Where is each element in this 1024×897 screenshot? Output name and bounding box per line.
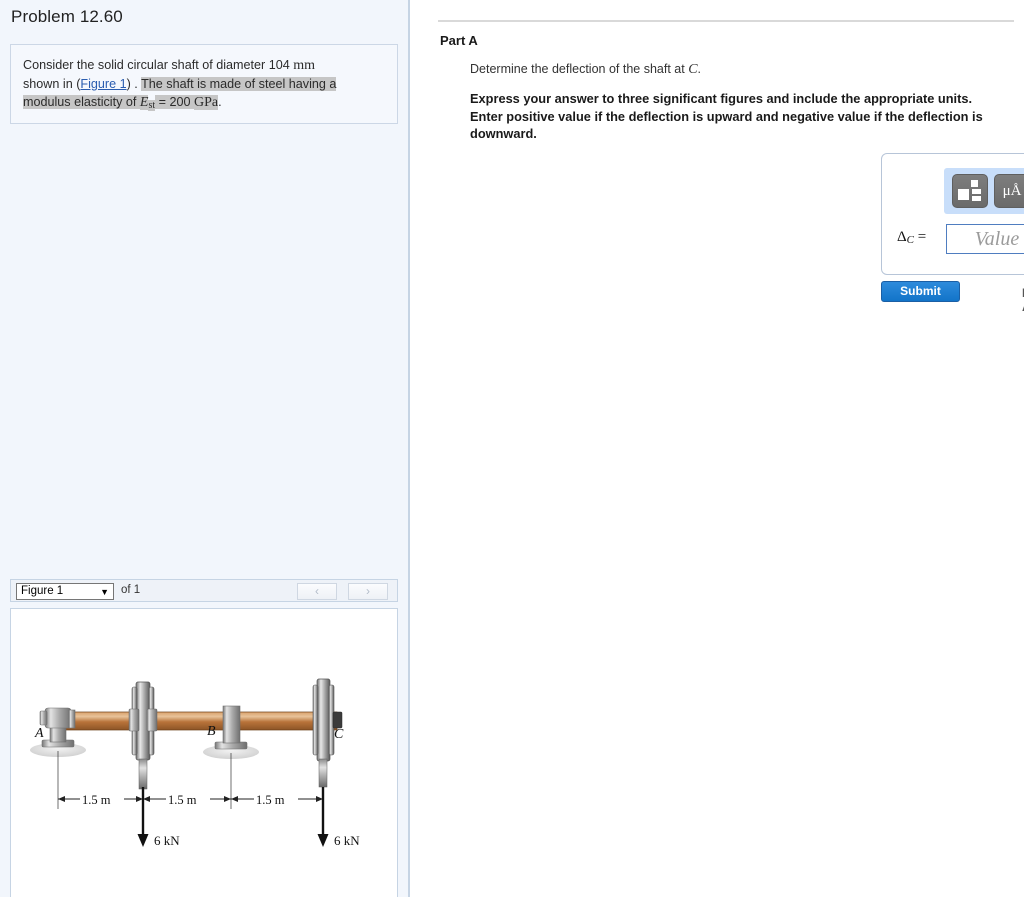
equation-toolbar: μÅ	[944, 168, 1024, 214]
question-prompt-text: Determine the deflection of the shaft at	[470, 62, 685, 76]
right-answer-panel: Part A Determine the deflection of the s…	[412, 0, 1024, 897]
left-problem-panel: Problem 12.60 Consider the solid circula…	[0, 0, 410, 897]
problem-statement-box: Consider the solid circular shaft of dia…	[10, 44, 398, 124]
question-period: .	[697, 62, 702, 76]
svg-text:C: C	[334, 727, 344, 742]
figure-1-link[interactable]: Figure 1	[80, 77, 126, 91]
load-label-right: 6 kN	[334, 833, 360, 848]
part-a-heading: Part A	[440, 33, 478, 48]
modulus-unit: GPa	[194, 95, 219, 110]
figure-nav-bar: Figure 1 ▼ of 1 ‹ ›	[10, 579, 398, 602]
submit-button[interactable]: Submit	[881, 281, 960, 302]
problem-statement-text: Consider the solid circular shaft of dia…	[23, 56, 387, 115]
question-point-symbol: C	[688, 62, 698, 77]
answer-entry-box: μÅ ΔC = Value	[881, 153, 1024, 275]
load-arrow-right	[317, 787, 329, 847]
figure-count-label: of 1	[121, 584, 141, 596]
question-prompt: Determine the deflection of the shaft at…	[470, 62, 701, 78]
statement-part-4: .	[218, 95, 222, 109]
figure-display-box: A B C 1.5 m 1.5 m 1.5 m 6 kN 6 kN	[10, 608, 398, 897]
statement-part-3: ) .	[126, 77, 142, 91]
diameter-unit: mm	[293, 58, 315, 73]
delta-subscript: C	[906, 234, 914, 246]
svg-text:B: B	[207, 724, 216, 739]
pulley-left	[128, 681, 158, 790]
load-arrow-left	[137, 787, 149, 847]
page-title: Problem 12.60	[11, 7, 123, 26]
shaft-diagram: A B C 1.5 m 1.5 m 1.5 m 6 kN 6 kN	[30, 678, 360, 848]
load-label-left: 6 kN	[154, 833, 180, 848]
answer-variable-label: ΔC =	[897, 229, 926, 246]
statement-part-2: shown in (	[23, 77, 81, 91]
figure-prev-button[interactable]: ‹	[297, 583, 337, 600]
figure-select-value: Figure 1	[21, 585, 64, 597]
figure-select-dropdown[interactable]: Figure 1 ▼	[16, 583, 114, 600]
section-divider	[438, 20, 1014, 22]
dimension-label-3: 1.5 m	[256, 793, 285, 807]
template-icon[interactable]	[952, 174, 988, 208]
svg-text:A: A	[34, 726, 44, 741]
figure-next-button[interactable]: ›	[348, 583, 388, 600]
statement-part-1: Consider the solid circular shaft of dia…	[23, 58, 290, 72]
answer-instructions: Express your answer to three significant…	[470, 91, 983, 141]
dimension-label-1: 1.5 m	[82, 793, 111, 807]
delta-symbol: Δ	[897, 229, 907, 245]
problem-page: Problem 12.60 Consider the solid circula…	[0, 0, 1024, 897]
equals-sign: =	[917, 229, 927, 245]
units-icon[interactable]: μÅ	[994, 174, 1024, 208]
statement-highlighted-2: = 200	[155, 95, 195, 109]
dimension-label-2: 1.5 m	[168, 793, 197, 807]
chevron-down-icon: ▼	[100, 587, 109, 597]
value-input[interactable]: Value	[946, 224, 1024, 254]
